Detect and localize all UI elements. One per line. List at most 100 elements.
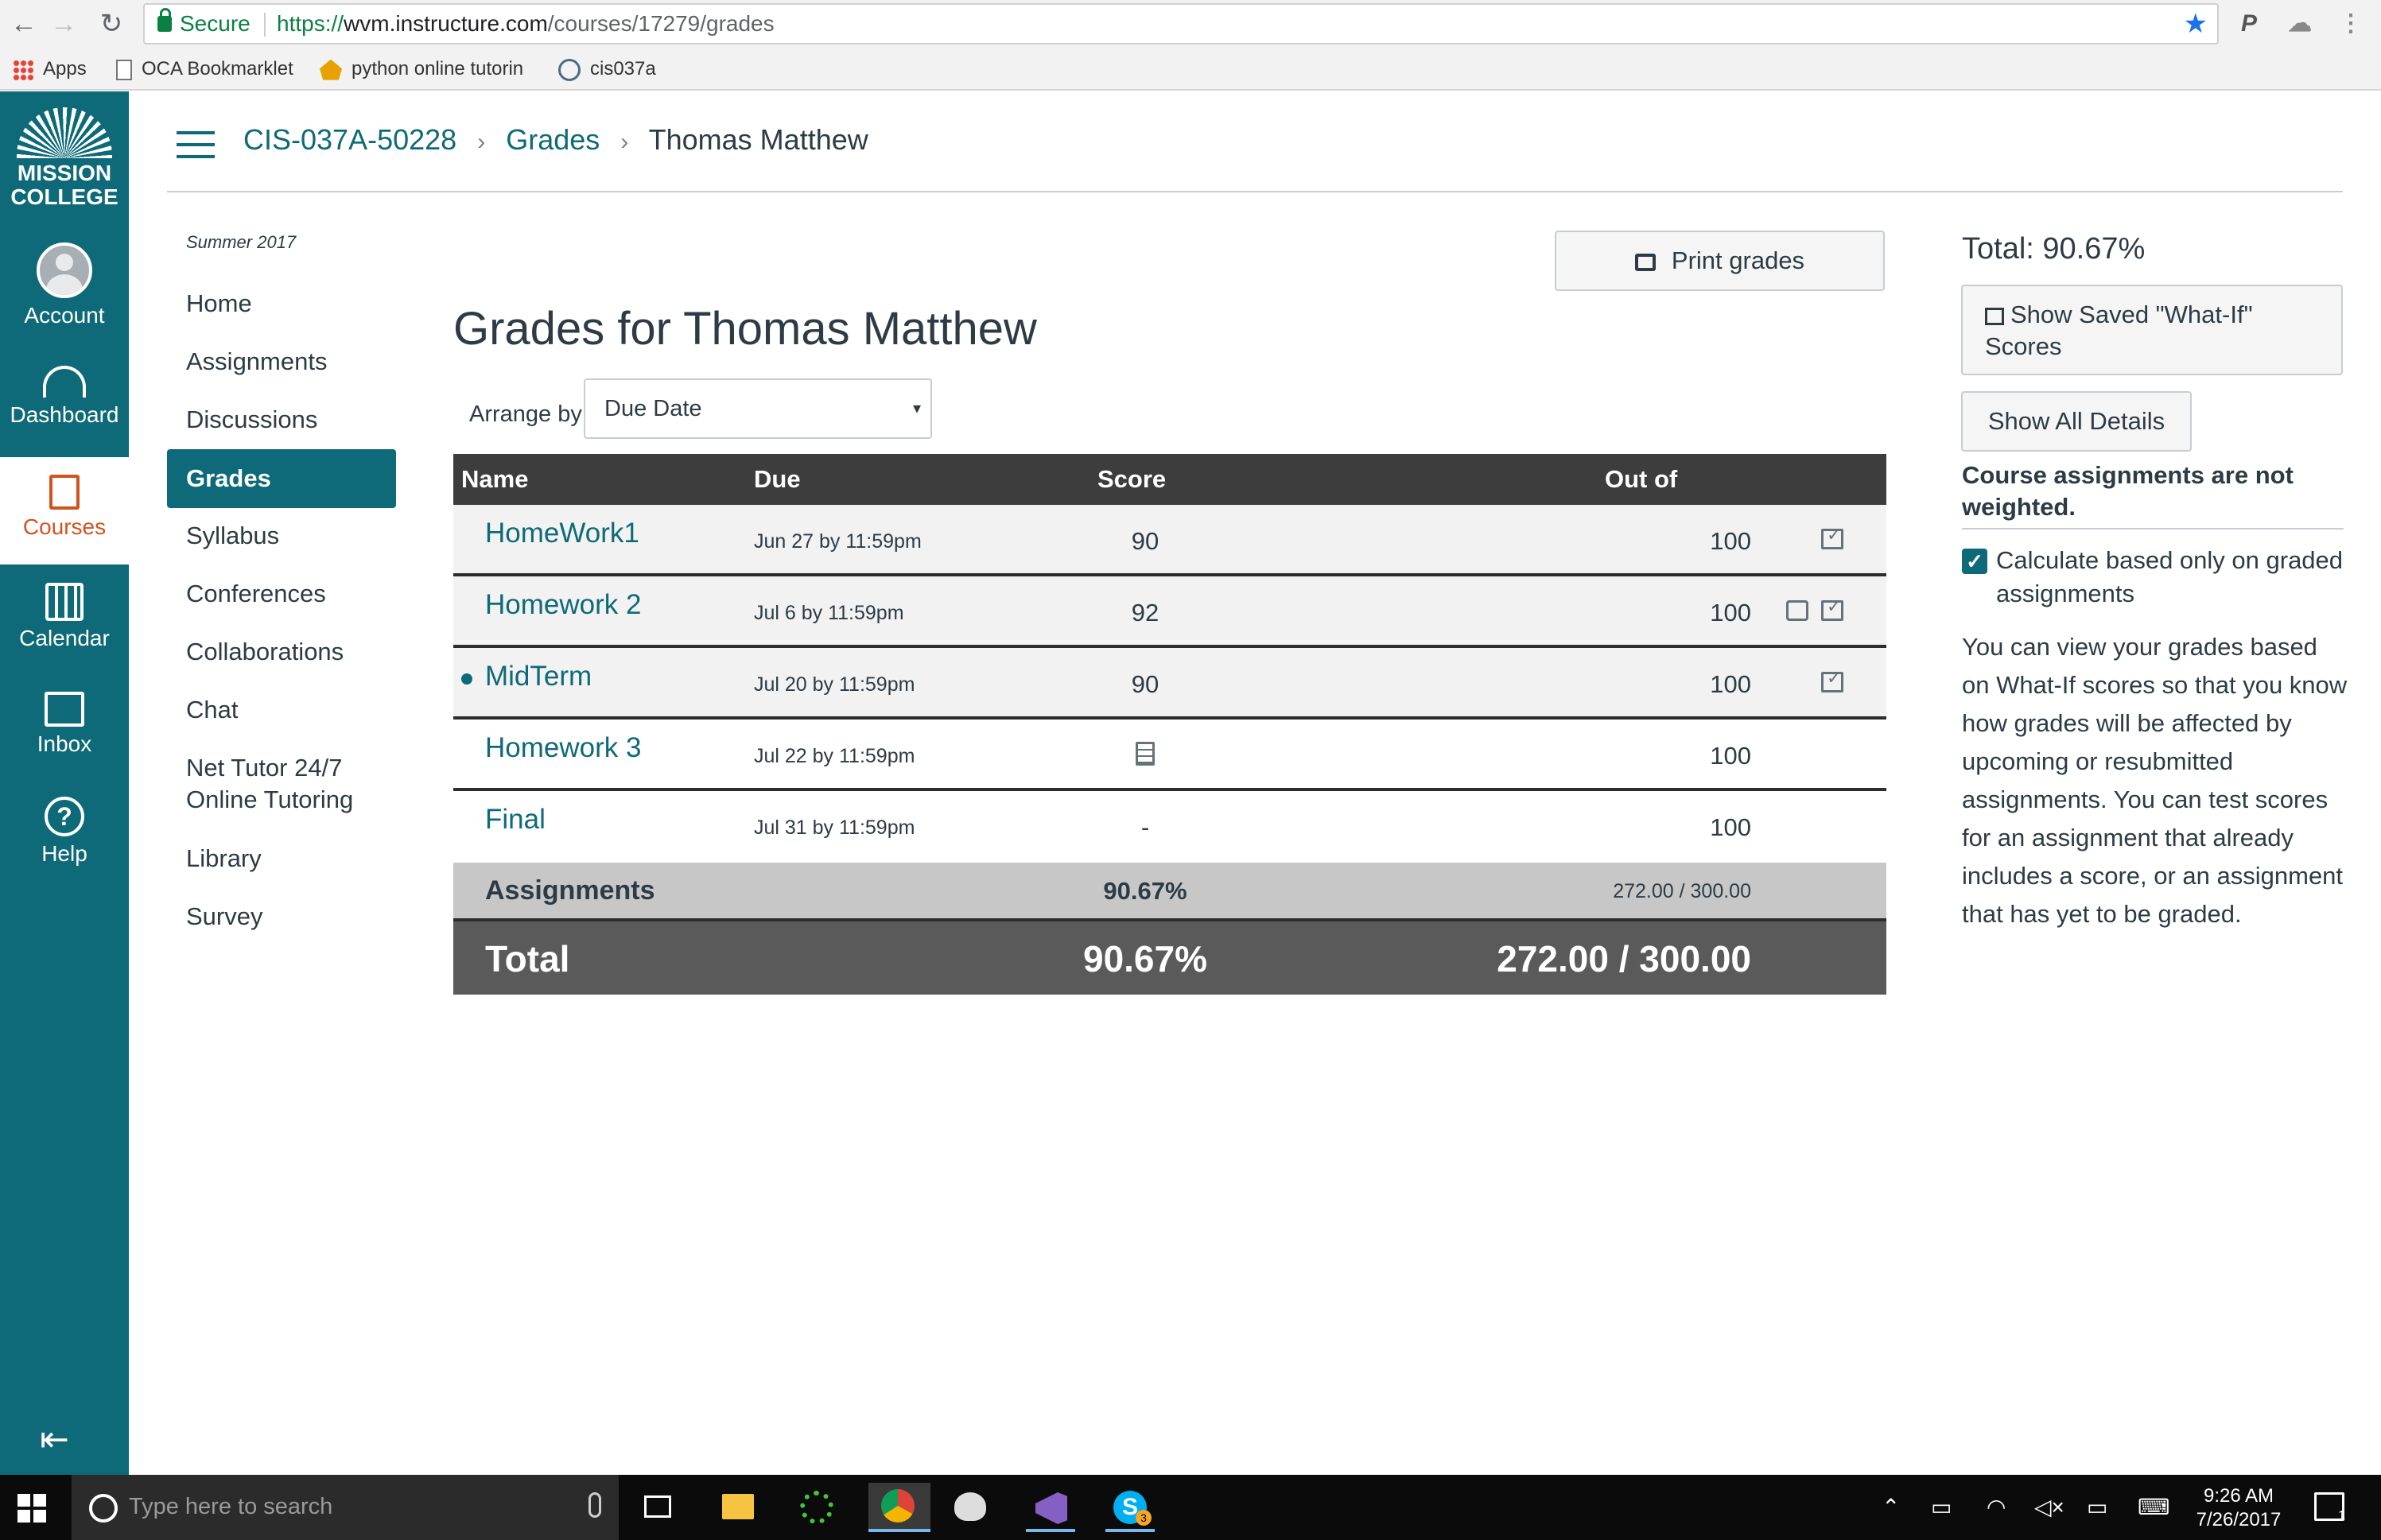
- global-nav-help[interactable]: ? Help: [0, 797, 129, 892]
- assignment-link[interactable]: Final: [485, 804, 546, 836]
- menu-icon[interactable]: ⋮: [2333, 6, 2368, 41]
- wifi-icon[interactable]: ◠: [1987, 1475, 2006, 1540]
- grades-table: Name Due Score Out of HomeWork1 Jun 27 b…: [453, 454, 1886, 995]
- address-bar[interactable]: Secure https://wvm.instructure.com/cours…: [143, 3, 2219, 45]
- column-header-score[interactable]: Score: [1097, 465, 1166, 494]
- logo-fan-icon: [17, 107, 112, 158]
- windows-taskbar: Type here to search S 3 ⌃ ▭ ◠ ◁× ▭ ⌨ 9:2…: [0, 1475, 2381, 1540]
- app-green-ring-icon[interactable]: [792, 1483, 841, 1532]
- course-nav-conferences[interactable]: Conferences: [167, 578, 396, 610]
- bookmark-label: python online tutorin: [352, 58, 524, 80]
- extension-p-icon[interactable]: P: [2231, 6, 2266, 41]
- assignment-link[interactable]: Homework 2: [485, 589, 641, 621]
- course-nav-survey[interactable]: Survey: [167, 901, 396, 933]
- score-value[interactable]: [1074, 742, 1217, 772]
- chrome-icon[interactable]: [868, 1483, 930, 1532]
- score-value[interactable]: 90: [1074, 670, 1217, 699]
- score-value[interactable]: -: [1074, 813, 1217, 842]
- course-nav-discussions[interactable]: Discussions: [167, 404, 396, 436]
- arrange-by-select[interactable]: Due Date ▾: [584, 378, 932, 439]
- forward-icon[interactable]: →: [46, 6, 81, 41]
- print-grades-label: Print grades: [1671, 246, 1805, 274]
- assignment-link[interactable]: HomeWork1: [485, 518, 639, 549]
- skype-icon[interactable]: S 3: [1105, 1483, 1155, 1532]
- apps-icon: [13, 59, 33, 80]
- visual-studio-icon[interactable]: [1026, 1483, 1075, 1532]
- sidebar-divider: [1962, 528, 2344, 529]
- score-value[interactable]: 92: [1074, 599, 1217, 627]
- inbox-icon: [45, 692, 84, 727]
- grades-table-header: Name Due Score Out of: [453, 454, 1886, 505]
- what-if-icon[interactable]: [1821, 525, 1843, 549]
- logo-line1: MISSION: [17, 161, 112, 185]
- comment-icon[interactable]: [1786, 600, 1808, 621]
- global-nav-courses[interactable]: Courses: [0, 457, 129, 564]
- total-row: Total 90.67% 272.00 / 300.00: [453, 921, 1886, 995]
- course-nav-grades[interactable]: Grades: [167, 449, 396, 508]
- global-nav-calendar[interactable]: Calendar: [0, 583, 129, 678]
- breadcrumb-grades[interactable]: Grades: [506, 123, 600, 156]
- course-nav-library[interactable]: Library: [167, 843, 396, 875]
- course-nav-home[interactable]: Home: [167, 288, 396, 320]
- app-parrot-icon[interactable]: [945, 1483, 994, 1532]
- score-value[interactable]: 90: [1074, 527, 1217, 556]
- total-points: 272.00 / 300.00: [1497, 938, 1751, 979]
- course-nav-chat[interactable]: Chat: [167, 694, 396, 726]
- course-nav-syllabus[interactable]: Syllabus: [167, 520, 396, 552]
- help-icon: ?: [45, 797, 84, 836]
- out-of-value: 100: [1710, 599, 1751, 626]
- table-row: HomeWork1 Jun 27 by 11:59pm 90 100: [453, 505, 1886, 576]
- graded-only-label[interactable]: Calculate based only on graded assignmen…: [1996, 544, 2346, 611]
- course-nav-net-tutor-line1: Net Tutor 24/7: [186, 754, 343, 782]
- breadcrumb-course[interactable]: CIS-037A-50228: [243, 123, 456, 156]
- back-icon[interactable]: ←: [6, 6, 41, 41]
- header-divider: [167, 191, 2343, 192]
- reload-icon[interactable]: ↻: [94, 6, 129, 41]
- bookmark-star-icon[interactable]: ★: [2184, 5, 2208, 43]
- what-if-icon[interactable]: [1821, 668, 1843, 692]
- print-grades-button[interactable]: Print grades: [1555, 231, 1885, 291]
- assignment-link[interactable]: Homework 3: [485, 732, 641, 764]
- task-view-icon[interactable]: [633, 1483, 682, 1532]
- bookmark-python[interactable]: python online tutorin: [320, 48, 523, 91]
- mission-college-logo[interactable]: MISSION COLLEGE: [10, 107, 119, 227]
- taskbar-clock[interactable]: 9:26 AM 7/26/2017: [2175, 1484, 2302, 1532]
- show-all-details-button[interactable]: Show All Details: [1961, 391, 2192, 452]
- keyboard-icon[interactable]: ⌨: [2138, 1475, 2169, 1540]
- global-nav-dashboard[interactable]: Dashboard: [0, 366, 129, 453]
- battery-icon[interactable]: ▭: [2087, 1475, 2107, 1540]
- bookmark-apps[interactable]: Apps: [13, 48, 87, 91]
- cortana-icon: [89, 1494, 118, 1523]
- course-nav-collaborations[interactable]: Collaborations: [167, 636, 396, 668]
- collapse-nav-icon[interactable]: ⇤: [40, 1419, 69, 1460]
- hamburger-menu-icon[interactable]: [177, 131, 215, 158]
- global-nav-inbox[interactable]: Inbox: [0, 692, 129, 787]
- volume-muted-icon[interactable]: ◁×: [2034, 1475, 2064, 1540]
- taskbar-search[interactable]: Type here to search: [72, 1475, 619, 1540]
- action-center-icon[interactable]: 1: [2314, 1492, 2345, 1523]
- course-nav-net-tutor[interactable]: Net Tutor 24/7 Online Tutoring: [167, 752, 396, 816]
- global-nav-account[interactable]: Account: [0, 242, 129, 334]
- graded-only-checkbox[interactable]: ✓: [1962, 549, 1987, 574]
- course-nav-assignments[interactable]: Assignments: [167, 346, 396, 378]
- file-explorer-icon[interactable]: [713, 1483, 762, 1532]
- assignments-group-label: Assignments: [485, 875, 655, 906]
- what-if-icon[interactable]: [1821, 596, 1843, 621]
- chevron-right-icon: ›: [477, 129, 486, 155]
- clock-date: 7/26/2017: [2196, 1509, 2282, 1530]
- windows-start-icon[interactable]: [17, 1494, 46, 1523]
- extension-cloud-icon[interactable]: ☁: [2282, 6, 2317, 41]
- chevron-right-icon: ›: [620, 129, 629, 155]
- show-what-if-line2: Scores: [1985, 332, 2062, 360]
- microphone-icon[interactable]: [588, 1492, 601, 1518]
- show-what-if-button[interactable]: Show Saved "What-If" Scores: [1961, 285, 2343, 375]
- column-header-out-of: Out of: [1605, 465, 1678, 493]
- assignment-link[interactable]: MidTerm: [485, 661, 592, 692]
- bookmark-oca[interactable]: OCA Bookmarklet: [116, 48, 293, 91]
- bookmark-cis037a[interactable]: cis037a: [558, 48, 656, 91]
- tray-display-icon[interactable]: ▭: [1931, 1475, 1952, 1540]
- unread-dot-icon: [461, 673, 472, 685]
- tray-overflow-icon[interactable]: ⌃: [1882, 1475, 1900, 1540]
- column-header-name[interactable]: Name: [461, 465, 528, 494]
- column-header-due[interactable]: Due: [754, 465, 801, 494]
